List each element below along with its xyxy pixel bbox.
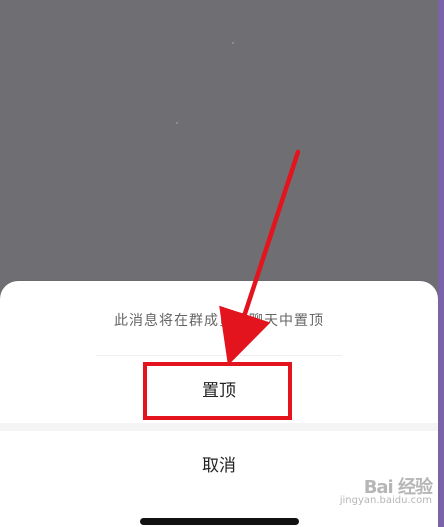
dialog-message: 此消息将在群成员的聊天中置顶 <box>114 313 324 329</box>
message-divider <box>96 355 342 356</box>
pin-button[interactable]: 置顶 <box>0 376 438 401</box>
home-indicator <box>140 518 299 525</box>
cancel-button[interactable]: 取消 <box>0 451 438 476</box>
pin-message-screen: 此消息将在群成员的聊天中置顶 置顶 取消 Bai 经验 jingyan.baid… <box>0 0 444 527</box>
backdrop-dot <box>232 42 234 44</box>
sheet-separator <box>0 423 438 431</box>
background-edge <box>438 0 444 527</box>
action-sheet: 此消息将在群成员的聊天中置顶 置顶 取消 <box>0 281 438 527</box>
backdrop-dot <box>176 122 178 124</box>
